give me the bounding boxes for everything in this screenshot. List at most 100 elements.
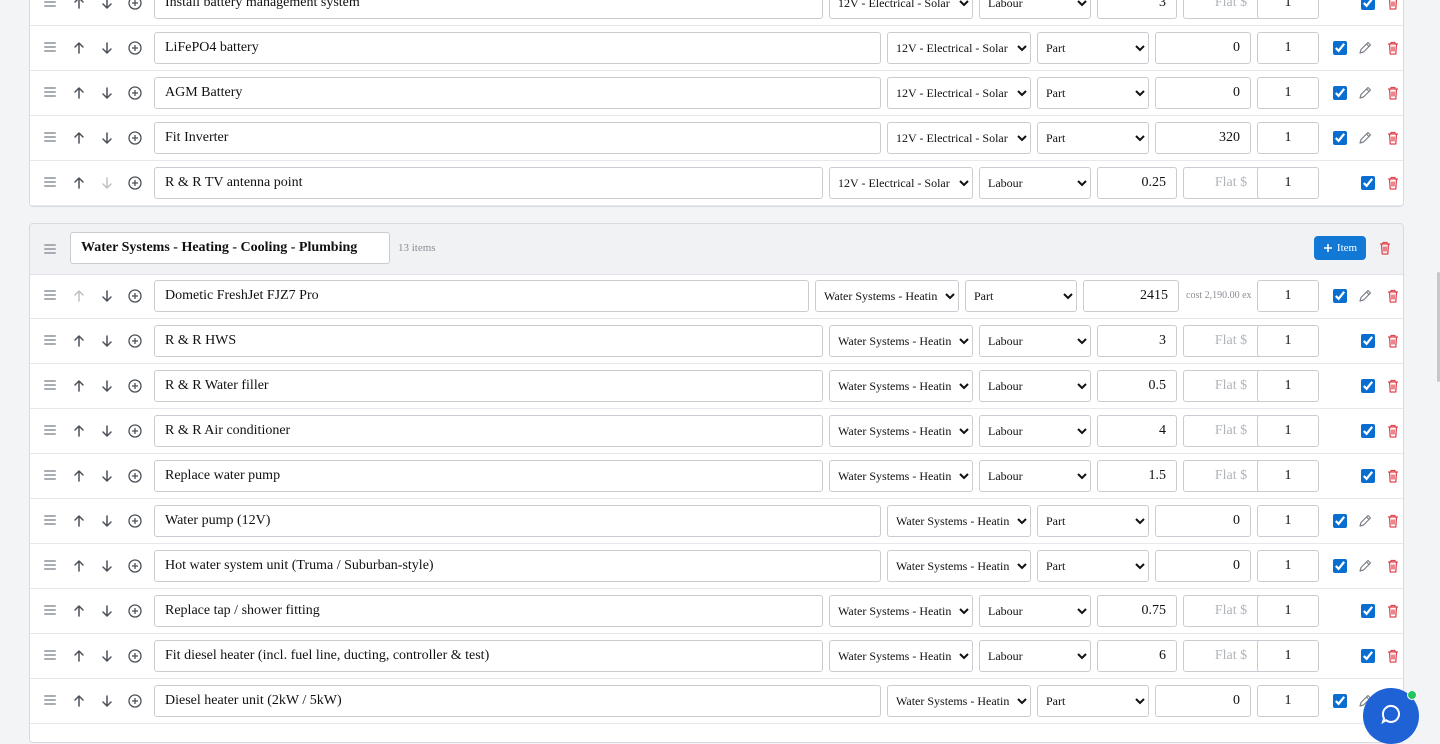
item-type-select[interactable]: Part bbox=[1037, 685, 1149, 717]
insert-below-plus-icon[interactable] bbox=[127, 558, 143, 574]
item-type-select[interactable]: Labour bbox=[979, 325, 1091, 357]
category-select[interactable]: Water Systems - Heating bbox=[829, 370, 973, 402]
quantity-input[interactable] bbox=[1257, 685, 1319, 717]
item-name-input[interactable] bbox=[154, 325, 823, 357]
drag-handle-icon[interactable] bbox=[44, 605, 56, 615]
edit-pencil-icon[interactable] bbox=[1357, 288, 1373, 304]
drag-handle-icon[interactable] bbox=[44, 695, 56, 705]
category-select[interactable]: 12V - Electrical - Solar bbox=[829, 167, 973, 199]
quantity-input[interactable] bbox=[1257, 595, 1319, 627]
quantity-input[interactable] bbox=[1257, 370, 1319, 402]
move-up-arrow-icon[interactable] bbox=[71, 333, 87, 349]
drag-handle-icon[interactable] bbox=[44, 42, 56, 52]
include-checkbox[interactable] bbox=[1361, 649, 1375, 663]
include-checkbox[interactable] bbox=[1361, 604, 1375, 618]
insert-below-plus-icon[interactable] bbox=[127, 288, 143, 304]
item-name-input[interactable] bbox=[154, 77, 881, 109]
hours-input[interactable] bbox=[1097, 370, 1177, 402]
include-checkbox[interactable] bbox=[1361, 0, 1375, 10]
quantity-input[interactable] bbox=[1257, 325, 1319, 357]
drag-handle-icon[interactable] bbox=[44, 560, 56, 570]
insert-below-plus-icon[interactable] bbox=[127, 693, 143, 709]
delete-trash-icon[interactable] bbox=[1385, 175, 1401, 191]
drag-handle-icon[interactable] bbox=[44, 244, 56, 254]
category-select[interactable]: 12V - Electrical - Solar bbox=[887, 122, 1031, 154]
move-down-arrow-icon[interactable] bbox=[99, 333, 115, 349]
drag-handle-icon[interactable] bbox=[44, 425, 56, 435]
quantity-input[interactable] bbox=[1257, 122, 1319, 154]
include-checkbox[interactable] bbox=[1361, 469, 1375, 483]
item-type-select[interactable]: Part bbox=[1037, 77, 1149, 109]
move-up-arrow-icon[interactable] bbox=[71, 693, 87, 709]
drag-handle-icon[interactable] bbox=[44, 380, 56, 390]
item-type-select[interactable]: Part bbox=[1037, 505, 1149, 537]
move-up-arrow-icon[interactable] bbox=[71, 558, 87, 574]
move-down-arrow-icon[interactable] bbox=[99, 648, 115, 664]
category-select[interactable]: Water Systems - Heating bbox=[829, 595, 973, 627]
delete-trash-icon[interactable] bbox=[1385, 85, 1401, 101]
item-name-input[interactable] bbox=[154, 550, 881, 582]
move-down-arrow-icon[interactable] bbox=[99, 603, 115, 619]
insert-below-plus-icon[interactable] bbox=[127, 603, 143, 619]
hours-input[interactable] bbox=[1097, 460, 1177, 492]
drag-handle-icon[interactable] bbox=[44, 290, 56, 300]
item-name-input[interactable] bbox=[154, 595, 823, 627]
include-checkbox[interactable] bbox=[1361, 379, 1375, 393]
include-checkbox[interactable] bbox=[1361, 334, 1375, 348]
delete-trash-icon[interactable] bbox=[1385, 468, 1401, 484]
category-select[interactable]: Water Systems - Heating bbox=[887, 550, 1031, 582]
price-input[interactable] bbox=[1155, 685, 1251, 717]
category-select[interactable]: Water Systems - Heating bbox=[829, 460, 973, 492]
quantity-input[interactable] bbox=[1257, 77, 1319, 109]
move-down-arrow-icon[interactable] bbox=[99, 40, 115, 56]
move-up-arrow-icon[interactable] bbox=[71, 468, 87, 484]
move-up-arrow-icon[interactable] bbox=[71, 513, 87, 529]
delete-trash-icon[interactable] bbox=[1385, 558, 1401, 574]
move-down-arrow-icon[interactable] bbox=[99, 130, 115, 146]
item-type-select[interactable]: Labour bbox=[979, 370, 1091, 402]
move-up-arrow-icon[interactable] bbox=[71, 648, 87, 664]
move-down-arrow-icon[interactable] bbox=[99, 175, 115, 191]
drag-handle-icon[interactable] bbox=[44, 335, 56, 345]
delete-trash-icon[interactable] bbox=[1385, 333, 1401, 349]
delete-section-trash-icon[interactable] bbox=[1377, 240, 1393, 256]
hours-input[interactable] bbox=[1097, 415, 1177, 447]
drag-handle-icon[interactable] bbox=[44, 0, 56, 7]
hours-input[interactable] bbox=[1097, 0, 1177, 19]
item-name-input[interactable] bbox=[154, 122, 881, 154]
quantity-input[interactable] bbox=[1257, 505, 1319, 537]
section-name-input[interactable] bbox=[70, 232, 390, 264]
price-input[interactable] bbox=[1155, 505, 1251, 537]
price-input[interactable] bbox=[1155, 77, 1251, 109]
item-type-select[interactable]: Part bbox=[965, 280, 1077, 312]
insert-below-plus-icon[interactable] bbox=[127, 648, 143, 664]
move-up-arrow-icon[interactable] bbox=[71, 175, 87, 191]
delete-trash-icon[interactable] bbox=[1385, 130, 1401, 146]
move-down-arrow-icon[interactable] bbox=[99, 378, 115, 394]
include-checkbox[interactable] bbox=[1333, 289, 1347, 303]
price-input[interactable] bbox=[1155, 122, 1251, 154]
move-up-arrow-icon[interactable] bbox=[71, 288, 87, 304]
item-name-input[interactable] bbox=[154, 280, 809, 312]
move-down-arrow-icon[interactable] bbox=[99, 288, 115, 304]
insert-below-plus-icon[interactable] bbox=[127, 513, 143, 529]
delete-trash-icon[interactable] bbox=[1385, 40, 1401, 56]
quantity-input[interactable] bbox=[1257, 0, 1319, 19]
insert-below-plus-icon[interactable] bbox=[127, 85, 143, 101]
move-down-arrow-icon[interactable] bbox=[99, 85, 115, 101]
quantity-input[interactable] bbox=[1257, 167, 1319, 199]
category-select[interactable]: Water Systems - Heating bbox=[887, 505, 1031, 537]
edit-pencil-icon[interactable] bbox=[1357, 558, 1373, 574]
quantity-input[interactable] bbox=[1257, 415, 1319, 447]
category-select[interactable]: 12V - Electrical - Solar bbox=[887, 32, 1031, 64]
edit-pencil-icon[interactable] bbox=[1357, 130, 1373, 146]
item-type-select[interactable]: Labour bbox=[979, 415, 1091, 447]
move-up-arrow-icon[interactable] bbox=[71, 378, 87, 394]
item-name-input[interactable] bbox=[154, 640, 823, 672]
move-down-arrow-icon[interactable] bbox=[99, 0, 115, 11]
category-select[interactable]: Water Systems - Heating bbox=[829, 415, 973, 447]
delete-trash-icon[interactable] bbox=[1385, 603, 1401, 619]
insert-below-plus-icon[interactable] bbox=[127, 175, 143, 191]
insert-below-plus-icon[interactable] bbox=[127, 0, 143, 11]
drag-handle-icon[interactable] bbox=[44, 515, 56, 525]
